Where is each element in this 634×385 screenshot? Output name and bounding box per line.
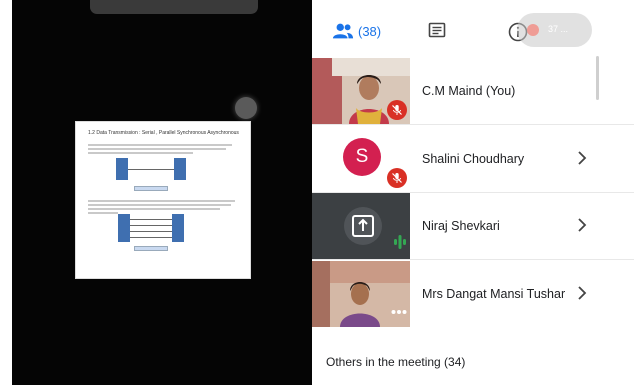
participant-row[interactable]: Niraj Shevkari (312, 193, 634, 259)
diagram-caption (134, 186, 168, 191)
participant-row[interactable]: S Shalini Choudhary (312, 126, 634, 192)
participant-name: Mrs Dangat Mansi Tushar (422, 287, 566, 301)
diagram-line (130, 237, 172, 238)
serial-diagram (116, 158, 186, 182)
people-count: (38) (358, 23, 382, 39)
mic-off-badge (387, 168, 407, 188)
chevron-right-icon[interactable] (577, 285, 587, 301)
mic-off-icon (392, 105, 402, 115)
mic-off-badge (387, 100, 407, 120)
chevron-right-icon[interactable] (577, 150, 587, 166)
diagram-receiver (172, 214, 184, 242)
diagram-receiver (174, 158, 186, 180)
record-indicator (527, 24, 539, 36)
others-in-meeting-header[interactable]: Others in the meeting (34) (326, 355, 465, 369)
participant-row[interactable]: C.M Maind (You) (312, 58, 634, 124)
diagram-caption (134, 246, 168, 251)
chat-icon[interactable] (428, 22, 446, 40)
diagram-sender (118, 214, 130, 242)
participant-name: Shalini Choudhary (422, 152, 525, 166)
panel-tabs: (38) 37 ... (312, 0, 634, 58)
diagram-sender (116, 158, 128, 180)
audio-bars-icon (394, 235, 406, 249)
slide-paragraph (88, 144, 238, 156)
diagram-line (130, 219, 172, 220)
camera-indicator (235, 97, 257, 119)
top-handle[interactable] (90, 0, 258, 14)
participant-tile (312, 193, 410, 259)
tab-people[interactable]: (38) (332, 22, 381, 40)
more-options-icon[interactable] (391, 309, 407, 315)
shared-slide: 1.2 Data Transmission : Serial , Paralle… (75, 121, 251, 279)
call-overlay-pill[interactable]: 37 ... (517, 13, 592, 47)
mic-off-icon (392, 173, 402, 183)
left-pane: 1.2 Data Transmission : Serial , Paralle… (0, 0, 312, 385)
chevron-right-icon[interactable] (577, 217, 587, 233)
participants-panel: (38) 37 ... C.M Maind (You) S Shalini Ch… (312, 0, 634, 385)
divider (312, 259, 634, 260)
parallel-diagram (118, 214, 184, 242)
diagram-line (128, 169, 174, 170)
slide-title: 1.2 Data Transmission : Serial , Paralle… (88, 130, 239, 136)
divider (312, 124, 634, 125)
overlay-timer: 37 ... (548, 24, 569, 34)
participant-name: C.M Maind (You) (422, 84, 516, 98)
avatar: S (343, 138, 381, 176)
participant-row[interactable]: Mrs Dangat Mansi Tushar (312, 261, 634, 327)
people-icon (332, 23, 354, 39)
diagram-line (130, 225, 172, 226)
participant-video (312, 261, 410, 327)
participant-name: Niraj Shevkari (422, 219, 500, 233)
diagram-line (130, 231, 172, 232)
